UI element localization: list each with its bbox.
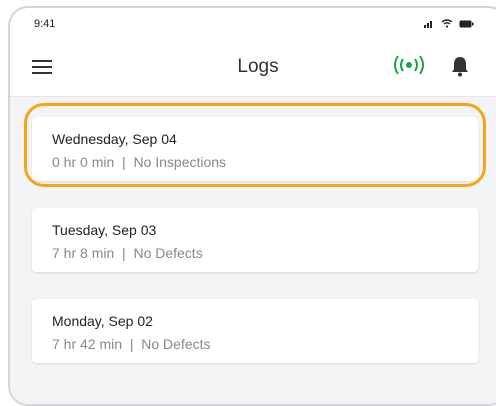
log-card-monday[interactable]: Monday, Sep 02 7 hr 42 min | No Defects [32, 299, 478, 363]
notifications-button[interactable] [450, 55, 470, 77]
status-bar: 9:41 [10, 8, 496, 42]
log-summary: 7 hr 42 min | No Defects [52, 336, 211, 352]
log-status: No Defects [133, 245, 203, 261]
log-status: No Inspections [133, 154, 227, 170]
log-card-wednesday[interactable]: Wednesday, Sep 04 0 hr 0 min | No Inspec… [32, 117, 478, 181]
status-time: 9:41 [34, 18, 56, 30]
connection-button[interactable] [392, 54, 426, 81]
signal-icon [424, 21, 432, 28]
log-card-tuesday[interactable]: Tuesday, Sep 03 7 hr 8 min | No Defects [32, 208, 478, 272]
log-summary: 7 hr 8 min | No Defects [52, 245, 203, 261]
device-frame: 9:41 Logs Wednesday, Sep 04 0 hr 0 min |… [8, 6, 496, 406]
app-bar: Logs [10, 42, 496, 97]
log-summary: 0 hr 0 min | No Inspections [52, 154, 227, 170]
log-date: Monday, Sep 02 [52, 313, 153, 329]
status-icons [424, 19, 474, 28]
log-duration: 7 hr 42 min [52, 336, 123, 352]
broadcast-icon [394, 55, 424, 75]
battery-icon [459, 20, 474, 27]
wifi-icon [441, 19, 453, 28]
logs-list: Wednesday, Sep 04 0 hr 0 min | No Inspec… [10, 97, 496, 404]
log-date: Wednesday, Sep 04 [52, 131, 177, 147]
log-duration: 7 hr 8 min [52, 245, 115, 261]
log-date: Tuesday, Sep 03 [52, 222, 157, 238]
bell-icon [452, 57, 468, 77]
log-duration: 0 hr 0 min [52, 154, 115, 170]
log-status: No Defects [141, 336, 211, 352]
